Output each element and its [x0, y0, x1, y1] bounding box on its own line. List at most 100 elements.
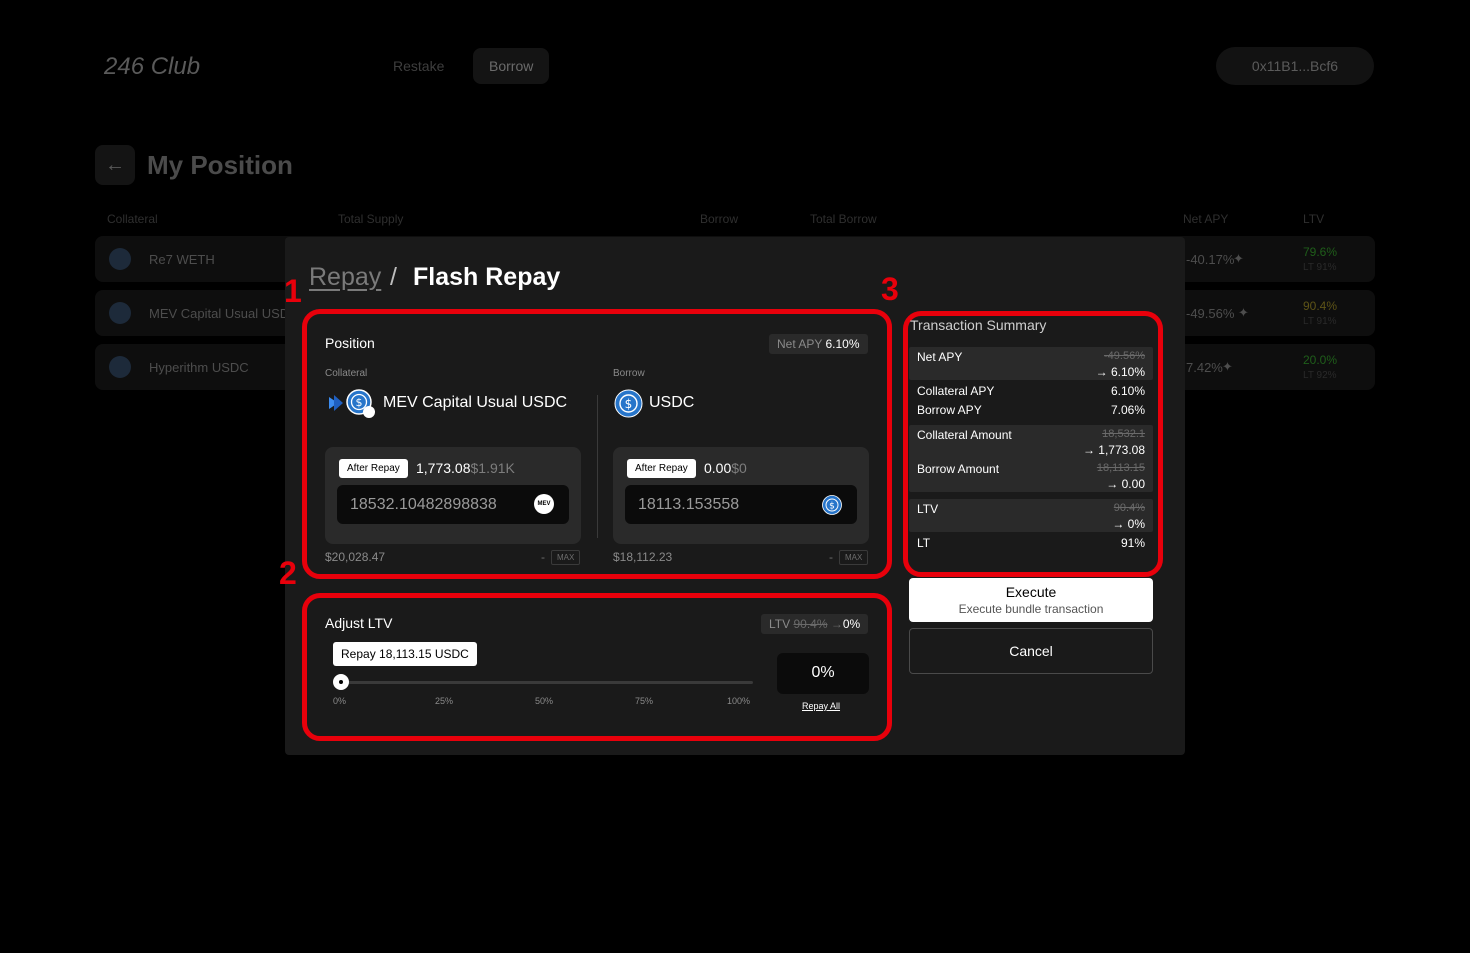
- adjust-ltv-title: Adjust LTV: [325, 615, 393, 631]
- row-lt: LT 91%: [1303, 316, 1337, 327]
- ltv-change-pill: LTV 90.4% →0%: [761, 614, 869, 634]
- collateral-label: Collateral: [325, 368, 368, 379]
- row-net-apy: 7.42%: [1186, 360, 1223, 375]
- position-title: Position: [325, 335, 375, 351]
- summary-ltv-label: LTV: [917, 502, 939, 516]
- summary-borrow-apy-value: 7.06%: [1110, 403, 1145, 417]
- ltv-pill-label: LTV: [769, 617, 791, 631]
- execute-label: Execute: [1005, 584, 1057, 600]
- nav-borrow[interactable]: Borrow: [473, 48, 550, 84]
- annotation-marker: 3: [881, 271, 899, 307]
- net-apy-label: Net APY: [777, 337, 823, 351]
- mev-small-icon: MEV: [534, 494, 554, 514]
- column-header-total-borrow: Total Borrow: [810, 212, 877, 226]
- collateral-after-amount: 1,773.08: [416, 460, 471, 476]
- summary-lt-value: 91%: [1120, 536, 1145, 550]
- borrow-after-amount: 0.00: [704, 460, 732, 476]
- collateral-after-usd: $1.91K: [470, 460, 515, 476]
- slider-tick-label: 0%: [333, 696, 347, 706]
- wallet-button[interactable]: 0x11B1...Bcf6: [1216, 47, 1374, 85]
- summary-ltv-old: 90.4%: [1113, 502, 1145, 514]
- slider-tick-label: 25%: [435, 696, 454, 706]
- execute-sublabel: Execute bundle transaction: [958, 602, 1104, 616]
- summary-ltv-new: → 0%: [1112, 517, 1145, 531]
- execute-button[interactable]: Execute Execute bundle transaction: [909, 578, 1153, 622]
- ltv-slider-thumb[interactable]: [333, 674, 349, 690]
- summary-title: Transaction Summary: [910, 317, 1047, 333]
- breadcrumb-repay[interactable]: Repay: [309, 263, 381, 292]
- column-header-total-supply: Total Supply: [338, 212, 404, 226]
- cancel-button[interactable]: Cancel: [909, 628, 1153, 674]
- annotation-marker: 2: [279, 555, 297, 591]
- position-name: Re7 WETH: [149, 252, 215, 267]
- row-ltv: 90.4%: [1303, 299, 1338, 313]
- column-header-borrow: Borrow: [700, 212, 739, 226]
- slider-tick-label: 100%: [727, 696, 751, 706]
- row-net-apy: -49.56%: [1186, 306, 1235, 321]
- summary-collateral-apy-value: 6.10%: [1110, 384, 1145, 398]
- borrow-label: Borrow: [613, 368, 645, 379]
- collateral-max-button[interactable]: MAX: [551, 550, 581, 565]
- row-lt: LT 91%: [1303, 262, 1337, 273]
- collateral-dash: -: [541, 550, 545, 564]
- row-net-apy: -40.17%: [1186, 252, 1235, 267]
- slider-tick-label: 75%: [635, 696, 654, 706]
- net-apy-value: 6.10%: [825, 337, 860, 351]
- ltv-slider-track[interactable]: [341, 681, 753, 684]
- row-lt: LT 92%: [1303, 370, 1337, 381]
- svg-text:$: $: [356, 396, 363, 409]
- borrow-after-usd: $0: [731, 460, 747, 476]
- summary-borrow-amount-label: Borrow Amount: [917, 462, 1000, 476]
- column-header-collateral: Collateral: [107, 212, 158, 226]
- borrow-dash: -: [829, 550, 833, 564]
- repay-tooltip: Repay 18,113.15 USDC: [333, 642, 477, 666]
- ltv-pill-new: 0%: [842, 617, 861, 631]
- summary-borrow-amount-old: 18,113.15: [1096, 462, 1145, 474]
- breadcrumb-flash-repay: Flash Repay: [413, 263, 561, 291]
- collateral-usd-value: $20,028.47: [325, 550, 386, 564]
- column-header-ltv: LTV: [1303, 212, 1325, 226]
- net-apy-pill: Net APY 6.10%: [769, 334, 868, 354]
- summary-collateral-apy-label: Collateral APY: [917, 384, 995, 398]
- breadcrumb-separator: /: [390, 263, 397, 291]
- borrow-after-value: 0.00$0: [704, 460, 747, 476]
- after-repay-button[interactable]: After Repay: [627, 459, 696, 478]
- usdc-small-icon: $: [822, 495, 842, 515]
- ltv-percent-input[interactable]: 0%: [777, 653, 869, 694]
- summary-lt-label: LT: [917, 536, 931, 550]
- sparkle-icon: ✦: [1233, 251, 1244, 266]
- nav-restake[interactable]: Restake: [377, 48, 460, 84]
- row-ltv: 79.6%: [1303, 245, 1338, 259]
- token-icon: [109, 302, 131, 324]
- row-ltv: 20.0%: [1303, 353, 1338, 367]
- page-title: My Position: [147, 150, 293, 180]
- token-icon: [109, 356, 131, 378]
- summary-net-apy-new: → 6.10%: [1095, 365, 1145, 379]
- token-icon: [109, 248, 131, 270]
- back-button[interactable]: ←: [95, 145, 135, 185]
- repay-all-button[interactable]: Repay All: [802, 701, 840, 711]
- ltv-pill-old: 90.4%: [793, 617, 828, 631]
- summary-collateral-amount-old: 18,532.1: [1102, 428, 1145, 440]
- usdc-icon: $: [614, 389, 643, 418]
- collateral-after-value: 1,773.08$1.91K: [416, 460, 515, 476]
- slider-tick-label: 50%: [535, 696, 554, 706]
- summary-borrow-amount-new: → 0.00: [1106, 477, 1145, 491]
- borrow-asset-name: USDC: [649, 394, 695, 411]
- column-header-net-apy: Net APY: [1183, 212, 1229, 226]
- collateral-asset-name: MEV Capital Usual USDC: [383, 394, 568, 411]
- ltv-pill-arrow: →: [830, 617, 843, 631]
- back-arrow-icon: ←: [105, 154, 125, 176]
- summary-net-apy-old: -49.56%: [1104, 350, 1145, 362]
- brand-logo[interactable]: 246 Club: [104, 53, 200, 81]
- summary-collateral-amount-new: → 1,773.08: [1082, 443, 1145, 457]
- position-name: Hyperithm USDC: [149, 360, 249, 375]
- summary-collateral-amount-label: Collateral Amount: [917, 428, 1012, 442]
- summary-net-apy-label: Net APY: [917, 350, 963, 364]
- borrow-usd-value: $18,112.23: [613, 550, 673, 564]
- after-repay-button[interactable]: After Repay: [339, 459, 408, 478]
- summary-borrow-apy-label: Borrow APY: [917, 403, 982, 417]
- column-divider: [597, 395, 598, 538]
- svg-text:$: $: [829, 501, 835, 511]
- borrow-max-button[interactable]: MAX: [839, 550, 869, 565]
